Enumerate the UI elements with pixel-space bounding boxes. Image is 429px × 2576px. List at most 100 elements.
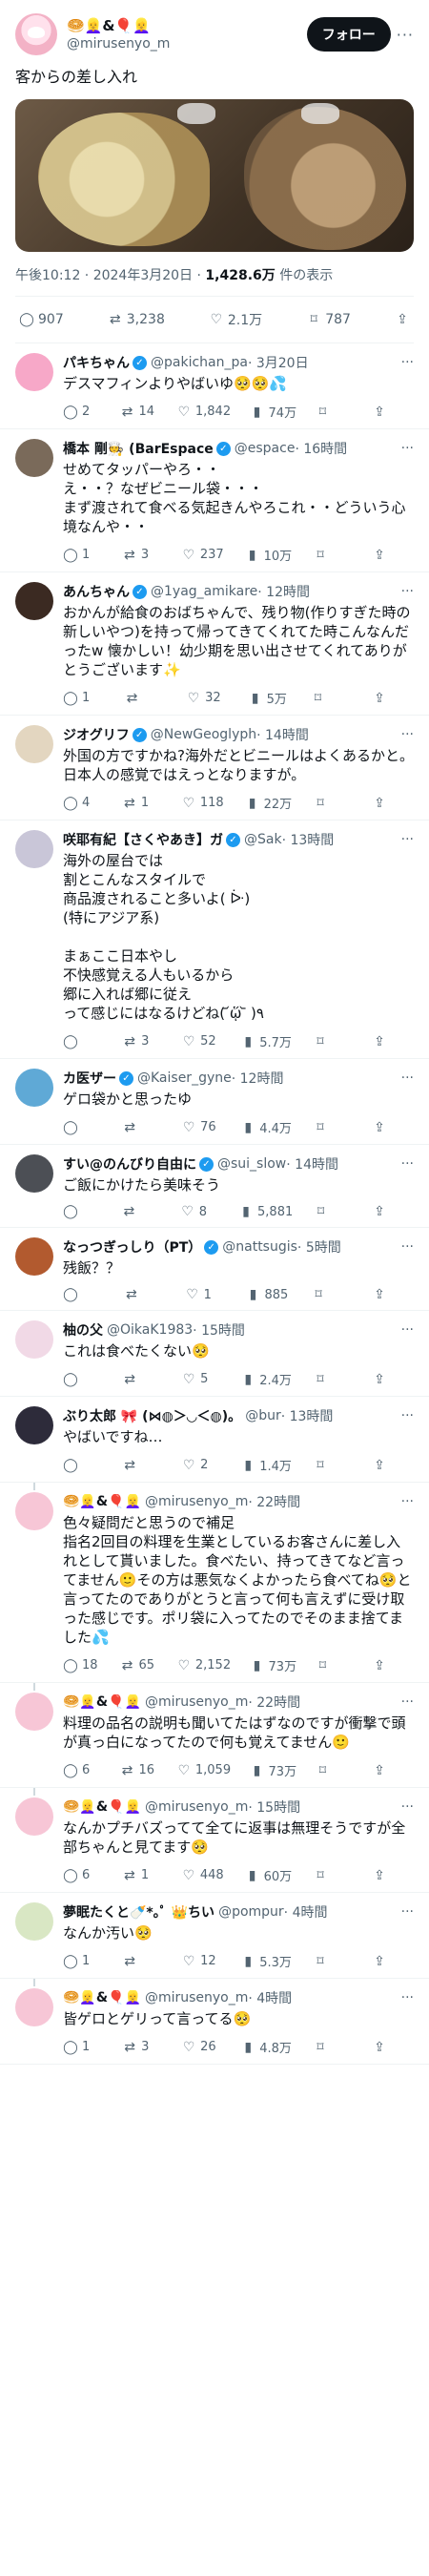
more-icon[interactable]: ··· (396, 355, 414, 370)
views-button[interactable]: ▮ 10万 (245, 546, 292, 565)
share-button[interactable]: ⇪ (372, 1458, 410, 1473)
more-icon[interactable]: ··· (396, 1494, 414, 1509)
reply-item[interactable]: 🥯👱‍♀️&🎈👱‍♀️ @mirusenyo_m · 4時間 ··· 皆ゲロとゲ… (0, 1979, 429, 2065)
share-button[interactable]: ⇪ (372, 1372, 410, 1387)
tweet-photo[interactable] (15, 99, 414, 252)
reply-author-handle[interactable]: @mirusenyo_m (145, 1799, 248, 1815)
reply-author-handle[interactable]: @espace (235, 441, 296, 456)
reply-item[interactable]: 咲耶有紀【さくやあき】ガ ✓ @Sak · 13時間 ··· 海外の屋台では 割… (0, 821, 429, 1059)
reply-button[interactable]: ◯ (63, 1372, 101, 1387)
reply-item[interactable]: 🥯👱‍♀️&🎈👱‍♀️ @mirusenyo_m · 22時間 ··· 料理の品… (0, 1683, 429, 1788)
share-button[interactable]: ⇪ (372, 548, 410, 563)
share-button[interactable]: ⇪ (372, 1034, 410, 1049)
reply-time[interactable]: · 12時間 (232, 1069, 284, 1088)
reply-button[interactable]: ◯ 2 (63, 405, 101, 420)
reply-author-name[interactable]: パキちゃん (63, 353, 130, 372)
reply-item[interactable]: 🥯👱‍♀️&🎈👱‍♀️ @mirusenyo_m · 15時間 ··· なんかプ… (0, 1788, 429, 1893)
reply-button[interactable]: ◯ (63, 1458, 101, 1473)
like-button[interactable]: ♡ 237 (181, 548, 224, 563)
avatar[interactable] (15, 582, 53, 620)
retweet-button[interactable]: ⇄ (122, 1954, 160, 1969)
bookmark-button[interactable]: ⌑ (313, 1034, 351, 1049)
reply-button[interactable]: ◯ 6 (63, 1868, 101, 1883)
bookmark-button[interactable]: ⌑ (316, 1658, 354, 1673)
bookmark-button[interactable]: ⌑ (313, 1120, 351, 1135)
share-button[interactable]: ⇪ (372, 1868, 410, 1883)
more-icon[interactable]: ··· (396, 1799, 414, 1815)
reply-time[interactable]: · 13時間 (282, 830, 335, 849)
bookmark-button[interactable]: ⌑ (310, 691, 348, 706)
reply-button[interactable]: ◯ 1 (63, 691, 101, 706)
like-button[interactable]: ♡ 448 (181, 1868, 224, 1883)
retweet-button[interactable]: ⇄ (124, 1287, 162, 1302)
bookmark-button[interactable]: ⌑ (313, 1954, 351, 1969)
reply-item[interactable]: ジオグリフ ✓ @NewGeoglyph · 14時間 ··· 外国の方ですかね… (0, 716, 429, 821)
reply-button[interactable]: ◯ (63, 1287, 101, 1302)
reply-author-handle[interactable]: @nattsugis (222, 1239, 297, 1255)
reply-author-name[interactable]: 🥯👱‍♀️&🎈👱‍♀️ (63, 1694, 141, 1710)
reply-time[interactable]: · 14時間 (256, 725, 309, 744)
views-button[interactable]: ▮ 73万 (250, 1761, 296, 1780)
reply-time[interactable]: · 22時間 (248, 1492, 300, 1511)
reply-item[interactable]: なっつぎっしり（PT） ✓ @nattsugis · 5時間 ··· 残飯？？ … (0, 1228, 429, 1311)
like-button[interactable]: ♡ 2.1万 (209, 310, 263, 329)
more-icon[interactable]: ··· (396, 1694, 414, 1710)
retweet-button[interactable]: ⇄ 3 (122, 2040, 160, 2055)
author-handle[interactable]: @mirusenyo_m (67, 35, 307, 52)
bookmark-button[interactable]: ⌑ (316, 405, 354, 420)
reply-time[interactable]: · 3月20日 (248, 353, 309, 372)
like-button[interactable]: ♡ 1 (185, 1287, 223, 1302)
like-button[interactable]: ♡ 12 (181, 1954, 219, 1969)
reply-item[interactable]: 🥯👱‍♀️&🎈👱‍♀️ @mirusenyo_m · 22時間 ··· 色々疑問… (0, 1483, 429, 1683)
share-button[interactable]: ⇪ (372, 1120, 410, 1135)
views-button[interactable]: ▮ 5万 (248, 689, 287, 708)
share-button[interactable]: ⇪ (372, 1763, 410, 1778)
reply-author-handle[interactable]: @bur (245, 1408, 281, 1423)
more-icon[interactable]: ··· (396, 1156, 414, 1172)
reply-author-name[interactable]: なっつぎっしり（PT） (63, 1237, 201, 1257)
reply-author-name[interactable]: 橋本 剛🧑‍🍳 (BarEspace (63, 439, 214, 458)
reply-author-handle[interactable]: @Kaiser_gyne (137, 1070, 232, 1086)
more-icon[interactable]: ··· (396, 1070, 414, 1086)
more-icon[interactable]: ··· (396, 832, 414, 847)
bookmark-button[interactable]: ⌑ 787 (306, 312, 351, 327)
bookmark-button[interactable]: ⌑ (313, 548, 351, 563)
reply-button[interactable]: ◯ 1 (63, 2040, 101, 2055)
retweet-button[interactable]: ⇄ 3 (122, 1034, 160, 1049)
retweet-button[interactable]: ⇄ 65 (119, 1658, 157, 1673)
bookmark-button[interactable]: ⌑ (316, 1763, 354, 1778)
retweet-button[interactable]: ⇄ 1 (122, 1868, 160, 1883)
reply-author-handle[interactable]: @NewGeoglyph (151, 727, 256, 742)
display-name[interactable]: 🥯👱‍♀️&🎈👱‍♀️ (67, 16, 307, 35)
like-button[interactable]: ♡ 2 (181, 1458, 219, 1473)
like-button[interactable]: ♡ 32 (186, 691, 224, 706)
like-button[interactable]: ♡ 1,842 (176, 405, 232, 420)
like-button[interactable]: ♡ 2,152 (176, 1658, 232, 1673)
retweet-button[interactable]: ⇄ 14 (119, 405, 157, 420)
reply-time[interactable]: · 14時間 (286, 1154, 338, 1174)
share-button[interactable]: ⇪ (372, 1204, 410, 1219)
more-icon[interactable]: ··· (396, 441, 414, 456)
share-button[interactable]: ⇪ (372, 691, 410, 706)
reply-time[interactable]: · 15時間 (193, 1320, 245, 1340)
reply-button[interactable]: ◯ 6 (63, 1763, 101, 1778)
bookmark-button[interactable]: ⌑ (313, 1458, 351, 1473)
reply-item[interactable]: すい@のんびり自由に ✓ @sui_slow · 14時間 ··· ご飯にかけた… (0, 1145, 429, 1228)
views-button[interactable]: ▮ 73万 (250, 1656, 296, 1675)
avatar[interactable] (15, 13, 57, 55)
reply-author-handle[interactable]: @OikaK1983 (107, 1322, 193, 1338)
reply-author-name[interactable]: 🥯👱‍♀️&🎈👱‍♀️ (63, 1494, 141, 1509)
share-button[interactable]: ⇪ (372, 405, 410, 420)
reply-time[interactable]: · 22時間 (248, 1693, 300, 1712)
avatar[interactable] (15, 725, 53, 763)
reply-author-handle[interactable]: @1yag_amikare (151, 584, 257, 599)
share-button[interactable]: ⇪ (372, 1658, 410, 1673)
views-button[interactable]: ▮ 4.4万 (240, 1118, 292, 1137)
like-button[interactable]: ♡ 5 (181, 1372, 219, 1387)
share-button[interactable]: ⇪ (372, 1287, 410, 1302)
bookmark-button[interactable]: ⌑ (311, 1287, 349, 1302)
avatar[interactable] (15, 830, 53, 868)
avatar[interactable] (15, 1406, 53, 1444)
retweet-button[interactable]: ⇄ (122, 1458, 160, 1473)
reply-button[interactable]: ◯ 907 (19, 312, 64, 327)
